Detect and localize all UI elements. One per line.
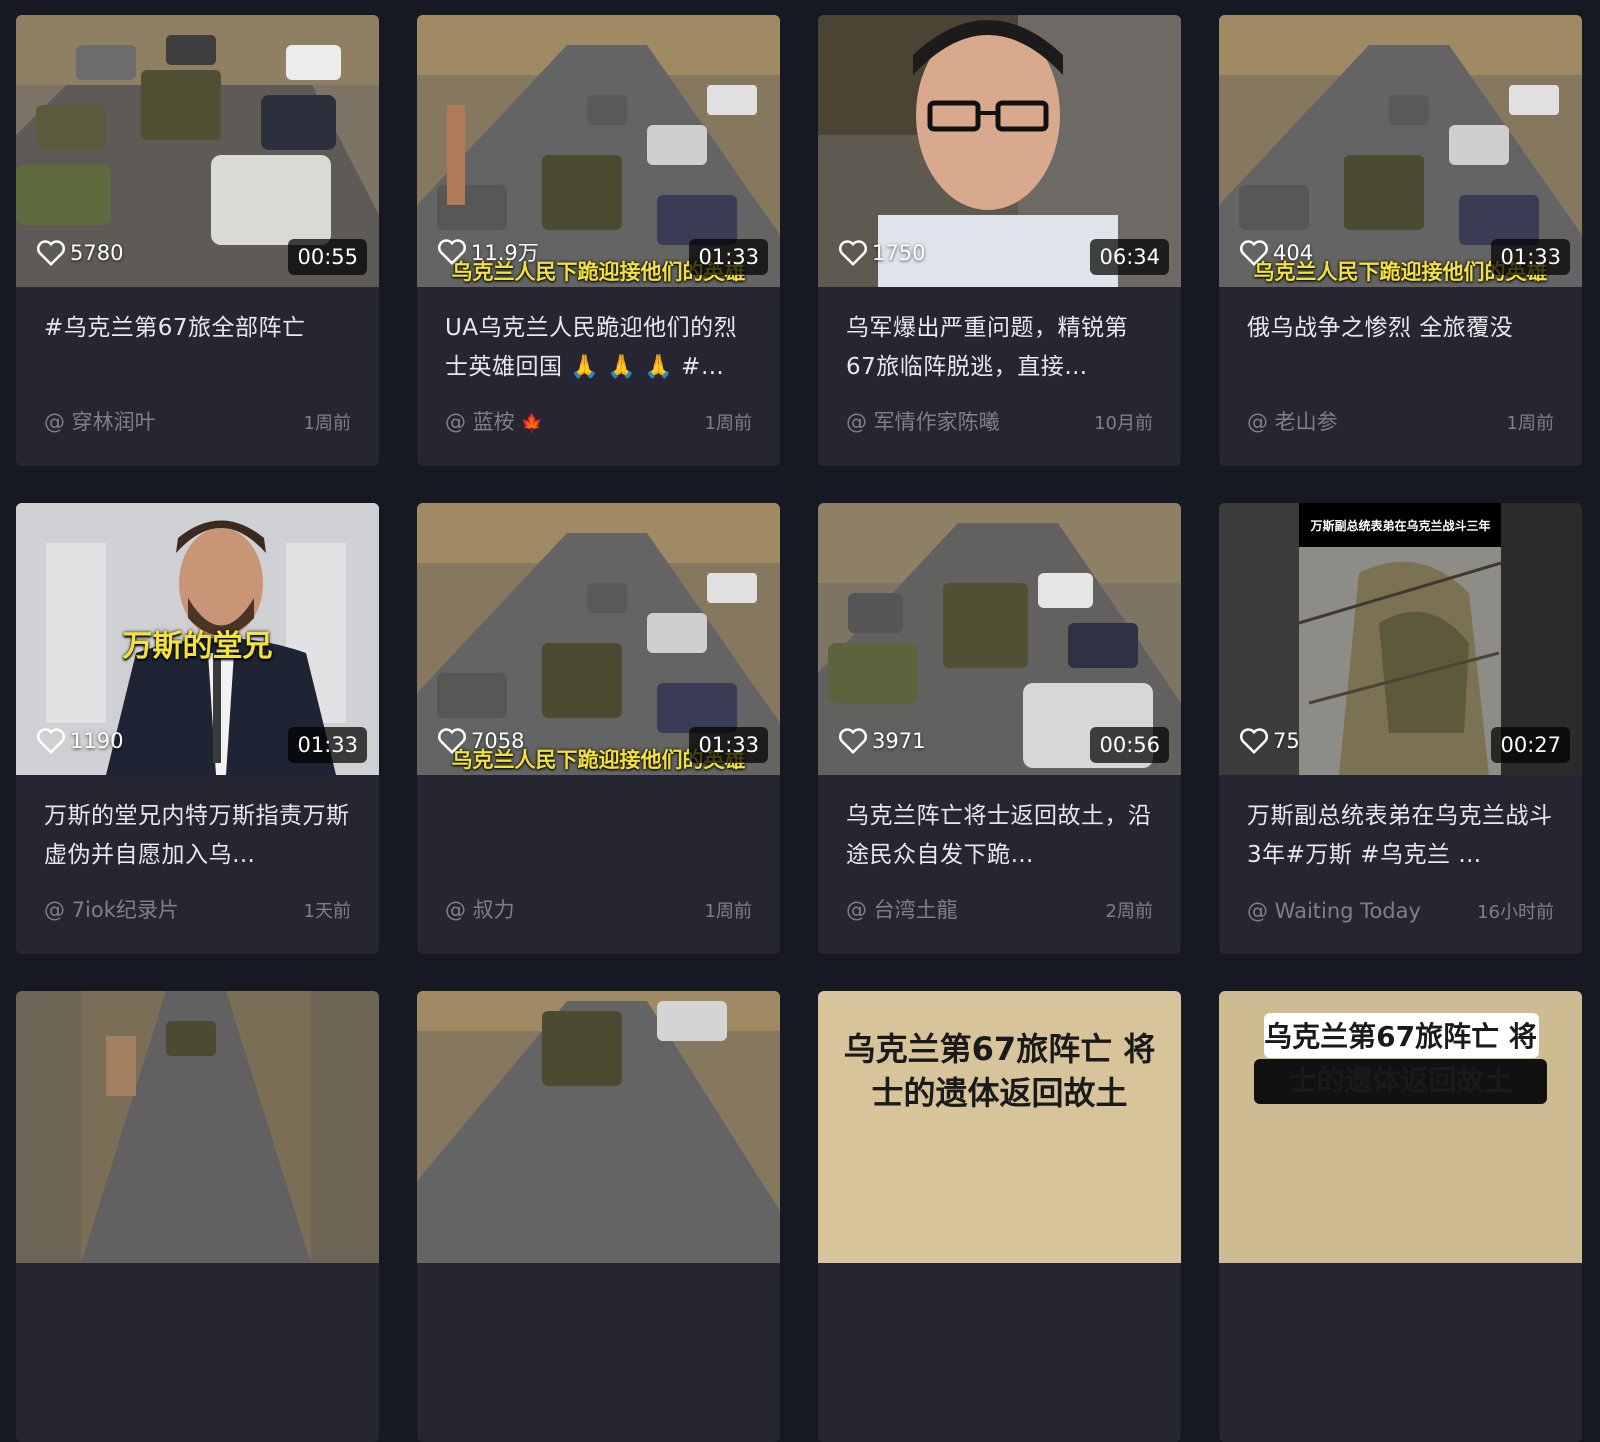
video-card[interactable]: 乌克兰人民下跪迎接他们的英雄 11.9万 01:33 UA乌克兰人民跪迎他们的烈…: [417, 15, 780, 466]
like-count: 3971: [838, 727, 925, 755]
video-title[interactable]: 乌克兰阵亡将士返回故土，沿途民众自发下跪…: [846, 797, 1153, 875]
author-name[interactable]: @ 老山参: [1247, 406, 1338, 436]
author-name[interactable]: @ 穿林润叶: [44, 406, 156, 436]
video-card[interactable]: [417, 991, 780, 1442]
author-name[interactable]: @ 军情作家陈曦: [846, 406, 1000, 436]
like-count-value: 75: [1273, 729, 1300, 753]
author-name[interactable]: @ 叔力: [445, 894, 515, 924]
video-title[interactable]: 俄乌战争之惨烈 全旅覆没: [1247, 309, 1554, 387]
duration-badge: 00:55: [288, 239, 367, 275]
video-thumbnail[interactable]: 1750 06:34: [818, 15, 1181, 287]
post-time: 16小时前: [1477, 902, 1554, 923]
post-time: 1周前: [1506, 413, 1554, 434]
author-name[interactable]: @ 蓝桉 🍁: [445, 406, 543, 436]
video-card[interactable]: [16, 991, 379, 1442]
like-count: 5780: [36, 239, 123, 267]
heart-icon: [37, 240, 65, 267]
like-count-value: 7058: [471, 729, 525, 753]
duration-badge: 06:34: [1090, 239, 1169, 275]
duration-badge: 00:56: [1090, 727, 1169, 763]
author-name-text: @ 蓝桉: [445, 410, 515, 434]
like-count-value: 11.9万: [471, 241, 539, 265]
video-title[interactable]: [445, 797, 752, 875]
video-title[interactable]: 万斯副总统表弟在乌克兰战斗3年#万斯 #乌克兰 …: [1247, 797, 1554, 875]
video-overlay-text: 乌克兰第67旅阵亡 将士的遗体返回故土: [843, 1030, 1156, 1112]
video-card[interactable]: 乌克兰人民下跪迎接他们的英雄 404 01:33 俄乌战争之惨烈 全旅覆没 @ …: [1219, 15, 1582, 466]
video-thumbnail[interactable]: [16, 991, 379, 1263]
heart-icon: [839, 240, 867, 267]
author-name[interactable]: @ Waiting Today: [1247, 899, 1421, 923]
like-count: 1190: [36, 727, 123, 755]
video-thumbnail[interactable]: 3971 00:56: [818, 503, 1181, 775]
video-thumbnail[interactable]: 万斯副总统表弟在乌克兰战斗三年 75 00:27: [1219, 503, 1582, 775]
like-count: 7058: [437, 727, 524, 755]
post-time: 1周前: [704, 901, 752, 922]
duration-badge: 01:33: [689, 239, 768, 275]
video-thumbnail[interactable]: 乌克兰人民下跪迎接他们的英雄 7058 01:33: [417, 503, 780, 775]
heart-icon: [1240, 240, 1268, 267]
like-count-value: 404: [1273, 241, 1314, 265]
post-time: 2周前: [1105, 901, 1153, 922]
like-count: 1750: [838, 239, 925, 267]
heart-icon: [438, 239, 466, 266]
video-thumbnail[interactable]: 乌克兰第67旅阵亡 将士的遗体返回故土: [818, 991, 1181, 1263]
like-count-value: 1190: [70, 729, 124, 753]
heart-icon: [839, 728, 867, 755]
author-name[interactable]: @ 台湾土龍: [846, 894, 958, 924]
like-count: 11.9万: [437, 237, 539, 267]
post-time: 1周前: [704, 413, 752, 434]
like-count-value: 3971: [872, 729, 926, 753]
post-time: 1周前: [303, 413, 351, 434]
video-thumbnail[interactable]: 乌克兰人民下跪迎接他们的英雄 11.9万 01:33: [417, 15, 780, 287]
heart-icon: [37, 728, 65, 755]
like-count: 75: [1239, 727, 1300, 755]
author-name[interactable]: @ 7iok纪录片: [44, 894, 179, 924]
video-thumbnail[interactable]: 5780 00:55: [16, 15, 379, 287]
like-count-value: 5780: [70, 241, 124, 265]
video-card[interactable]: 乌克兰人民下跪迎接他们的英雄 7058 01:33 @ 叔力 1周前: [417, 503, 780, 954]
heart-icon: [1240, 728, 1268, 755]
duration-badge: 01:33: [1491, 239, 1570, 275]
video-overlay-text: 乌克兰第67旅阵亡 将士的遗体返回故土: [1264, 1020, 1537, 1097]
post-time: 10月前: [1094, 413, 1153, 434]
video-card[interactable]: 1750 06:34 乌军爆出严重问题，精锐第67旅临阵脱逃，直接… @ 军情作…: [818, 15, 1181, 466]
video-title[interactable]: UA乌克兰人民跪迎他们的烈士英雄回国 🙏 🙏 🙏 #…: [445, 309, 752, 387]
video-overlay-text: 万斯副总统表弟在乌克兰战斗三年: [1310, 519, 1491, 533]
video-overlay-text: 万斯的堂兄: [122, 629, 273, 664]
video-thumbnail[interactable]: 乌克兰第67旅阵亡 将士的遗体返回故土: [1219, 991, 1582, 1263]
video-thumbnail[interactable]: 乌克兰人民下跪迎接他们的英雄 404 01:33: [1219, 15, 1582, 287]
video-thumbnail[interactable]: 万斯的堂兄 1190 01:33: [16, 503, 379, 775]
like-count-value: 1750: [872, 241, 926, 265]
convoy-image: [16, 991, 379, 1263]
duration-badge: 01:33: [288, 727, 367, 763]
video-title[interactable]: 万斯的堂兄内特万斯指责万斯虚伪并自愿加入乌…: [44, 797, 351, 875]
video-grid: 5780 00:55 #乌克兰第67旅全部阵亡 @ 穿林润叶 1周前 乌克兰人民…: [16, 15, 1582, 1442]
like-count: 404: [1239, 239, 1313, 267]
video-card[interactable]: 万斯的堂兄 1190 01:33 万斯的堂兄内特万斯指责万斯虚伪并自愿加入乌… …: [16, 503, 379, 954]
maple-leaf-icon: 🍁: [520, 413, 544, 434]
video-card[interactable]: 5780 00:55 #乌克兰第67旅全部阵亡 @ 穿林润叶 1周前: [16, 15, 379, 466]
video-card[interactable]: 乌克兰第67旅阵亡 将士的遗体返回故土: [1219, 991, 1582, 1442]
video-card[interactable]: 3971 00:56 乌克兰阵亡将士返回故土，沿途民众自发下跪… @ 台湾土龍 …: [818, 503, 1181, 954]
video-title[interactable]: #乌克兰第67旅全部阵亡: [44, 309, 351, 387]
heart-icon: [438, 728, 466, 755]
video-thumbnail[interactable]: [417, 991, 780, 1263]
post-time: 1天前: [303, 901, 351, 922]
duration-badge: 00:27: [1491, 727, 1570, 763]
video-card[interactable]: 乌克兰第67旅阵亡 将士的遗体返回故土: [818, 991, 1181, 1442]
video-card[interactable]: 万斯副总统表弟在乌克兰战斗三年 75 00:27 万斯副总统表弟在乌克兰战斗3年…: [1219, 503, 1582, 954]
convoy-image: [417, 991, 780, 1263]
duration-badge: 01:33: [689, 727, 768, 763]
video-title[interactable]: 乌军爆出严重问题，精锐第67旅临阵脱逃，直接…: [846, 309, 1153, 387]
